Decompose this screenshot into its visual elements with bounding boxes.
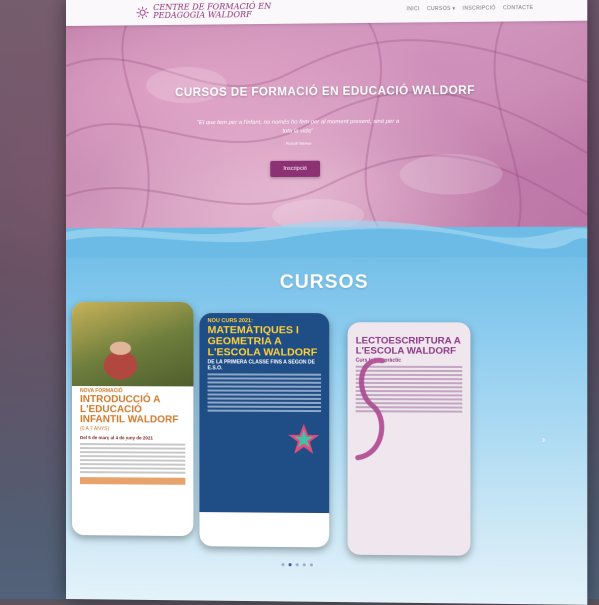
main-menu: INICI CURSOS ▾ INSCRIPCIÓ CONTACTE (407, 5, 534, 12)
hero-quote: "El que fem per a l'infant, no només ho … (196, 118, 400, 135)
card-title: INTRODUCCIÓ A L'EDUCACIÓ INFANTIL WALDOR… (79, 394, 179, 426)
course-card-lectoescriptura[interactable]: LECTOESCRIPTURA A L'ESCOLA WALDORF Curs … (347, 322, 471, 556)
inscripcio-button[interactable]: Inscripció (270, 160, 321, 178)
menu-item-inscripcio[interactable]: INSCRIPCIÓ (463, 5, 496, 11)
carousel-next-icon[interactable]: › (542, 434, 545, 445)
child-photo (71, 302, 194, 387)
card-footer-logos (199, 512, 330, 548)
section-title: CURSOS (279, 271, 369, 293)
carousel-dot[interactable] (302, 563, 306, 567)
course-card-infantil[interactable]: NOVA FORMACIÓ INTRODUCCIÓ A L'EDUCACIÓ I… (71, 302, 194, 537)
course-card-matematiques[interactable]: NOU CURS 2021: MATEMÀTIQUES I GEOMETRIA … (199, 313, 330, 548)
carousel-dot[interactable] (288, 563, 292, 567)
card-title: MATEMÀTIQUES I GEOMETRIA A L'ESCOLA WALD… (207, 324, 318, 359)
carousel-dots (281, 563, 313, 567)
menu-item-contacte[interactable]: CONTACTE (503, 5, 533, 11)
menu-item-cursos-label: CURSOS (426, 5, 451, 13)
card-subtitle: (0 A 7 ANYS) (79, 426, 110, 433)
logo-line2: PEDAGOGIA WALDORF (153, 10, 252, 21)
hero-banner: CURSOS DE FORMACIÓ EN EDUCACIÓ WALDORF "… (66, 20, 588, 247)
wave-divider (66, 219, 588, 258)
menu-item-inici[interactable]: INICI (407, 6, 420, 12)
carousel-dot[interactable] (281, 563, 285, 567)
site-logo[interactable]: CENTRE DE FORMACIÓ EN PEDAGOGIA WALDORF (136, 2, 271, 21)
website-mockup: CURSOS DE FORMACIÓ EN EDUCACIÓ WALDORF "… (66, 0, 588, 605)
card-info-bar (79, 477, 186, 485)
geometric-star-icon (288, 423, 320, 454)
card-subtitle: DE LA PRIMERA CLASSE FINS A SEGON DE E.S… (207, 359, 315, 372)
carousel-dot[interactable] (309, 563, 313, 567)
carousel-dot[interactable] (295, 563, 299, 567)
card-dates: Del 5 de març al 4 de juny de 2021 (79, 435, 153, 441)
card-body-text (79, 443, 186, 474)
carousel-prev-icon[interactable]: ‹ (124, 432, 127, 443)
sun-logo-icon (136, 6, 149, 18)
card-body-text (207, 373, 322, 413)
menu-item-cursos[interactable]: CURSOS ▾ (427, 6, 455, 12)
chevron-down-icon: ▾ (452, 5, 456, 12)
